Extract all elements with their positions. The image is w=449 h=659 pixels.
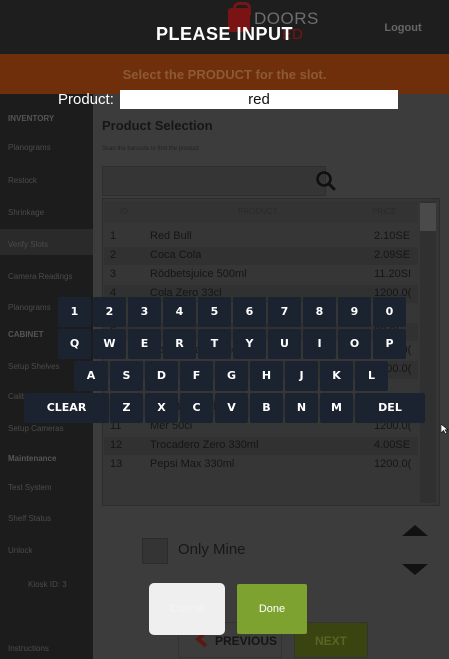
sidebar-item[interactable]: Instructions	[8, 644, 49, 653]
key-j[interactable]: J	[285, 361, 318, 391]
sidebar-item[interactable]: Restock	[8, 176, 37, 185]
key-z[interactable]: Z	[110, 393, 143, 423]
barcode-search-input[interactable]	[102, 166, 326, 196]
product-field-label: Product:	[58, 91, 114, 108]
sidebar-section-heading: CABINET	[8, 330, 44, 339]
key-1[interactable]: 1	[58, 297, 91, 327]
sidebar-item[interactable]: Camera Readings	[8, 272, 72, 281]
key-u[interactable]: U	[268, 329, 301, 359]
column-header-id[interactable]: ID	[120, 207, 128, 216]
sidebar-item[interactable]: Shrinkage	[8, 208, 44, 217]
key-k[interactable]: K	[320, 361, 353, 391]
search-icon[interactable]	[310, 166, 340, 196]
product-input[interactable]: red	[120, 90, 398, 109]
cell-id: 1	[110, 230, 117, 242]
key-7[interactable]: 7	[268, 297, 301, 327]
key-9[interactable]: 9	[338, 297, 371, 327]
key-n[interactable]: N	[285, 393, 318, 423]
key-3[interactable]: 3	[128, 297, 161, 327]
key-6[interactable]: 6	[233, 297, 266, 327]
cell-product: Coca Cola	[150, 249, 202, 261]
cell-id: 2	[110, 249, 117, 261]
key-i[interactable]: I	[303, 329, 336, 359]
cell-product: Pepsi Max 330ml	[150, 458, 235, 470]
scan-hint: Scan the barcode to find the product	[102, 146, 199, 152]
key-8[interactable]: 8	[303, 297, 336, 327]
cell-id: 3	[110, 268, 117, 280]
key-4[interactable]: 4	[163, 297, 196, 327]
key-m[interactable]: M	[320, 393, 353, 423]
input-dialog-title: PLEASE INPUT	[155, 24, 294, 44]
key-h[interactable]: H	[250, 361, 283, 391]
key-del[interactable]: DEL	[355, 393, 425, 423]
key-5[interactable]: 5	[198, 297, 231, 327]
key-s[interactable]: S	[110, 361, 143, 391]
table-scrollbar-thumb[interactable]	[420, 203, 436, 231]
sidebar-item[interactable]: Planograms	[8, 303, 51, 312]
key-e[interactable]: E	[128, 329, 161, 359]
key-d[interactable]: D	[145, 361, 178, 391]
key-o[interactable]: O	[338, 329, 371, 359]
page-title: Product Selection	[102, 118, 213, 133]
sidebar-item[interactable]: Setup Cameras	[8, 424, 64, 433]
sidebar-item[interactable]: Shelf Status	[8, 514, 51, 523]
column-header-product[interactable]: PRODUCT	[238, 207, 278, 216]
key-p[interactable]: P	[373, 329, 406, 359]
cell-price: 1200.0(	[374, 458, 412, 470]
column-header-price[interactable]: PRICE	[372, 207, 396, 216]
sidebar-item[interactable]: Unlock	[8, 546, 32, 555]
cell-product: Trocadero Zero 330ml	[150, 439, 259, 451]
only-mine-checkbox[interactable]	[142, 538, 168, 564]
sidebar-item[interactable]: Kiosk ID: 3	[28, 580, 67, 589]
key-w[interactable]: W	[93, 329, 126, 359]
key-a[interactable]: A	[74, 361, 108, 391]
key-f[interactable]: F	[180, 361, 213, 391]
mouse-cursor-icon	[441, 424, 449, 434]
key-clear[interactable]: CLEAR	[24, 393, 109, 423]
cell-product: Rödbetsjuice 500ml	[150, 268, 247, 280]
sidebar-item[interactable]: Setup Shelves	[8, 362, 60, 371]
cancel-button[interactable]: Cancel	[149, 583, 225, 635]
only-mine-label: Only Mine	[178, 541, 246, 558]
cell-product: Red Bull	[150, 230, 192, 242]
key-l[interactable]: L	[355, 361, 388, 391]
cell-id: 12	[110, 439, 123, 451]
done-button[interactable]: Done	[237, 584, 307, 634]
sidebar-item[interactable]: Test System	[8, 483, 52, 492]
cell-id: 13	[110, 458, 123, 470]
sidebar-item[interactable]: Verify Slots	[8, 240, 48, 249]
key-g[interactable]: G	[215, 361, 248, 391]
key-2[interactable]: 2	[93, 297, 126, 327]
key-t[interactable]: T	[198, 329, 231, 359]
instruction-banner: Select the PRODUCT for the slot.	[0, 54, 449, 94]
cell-price: 4.00SE	[374, 439, 411, 451]
key-c[interactable]: C	[180, 393, 213, 423]
sidebar-section-heading: INVENTORY	[8, 114, 55, 123]
cell-price: 2.09SE	[374, 249, 411, 261]
cell-price: 2.10SE	[374, 230, 411, 242]
key-0[interactable]: 0	[373, 297, 406, 327]
scroll-up-arrow-icon[interactable]	[402, 525, 428, 536]
key-v[interactable]: V	[215, 393, 248, 423]
key-q[interactable]: Q	[58, 329, 91, 359]
table-scrollbar[interactable]	[420, 201, 436, 503]
key-x[interactable]: X	[145, 393, 178, 423]
scroll-down-arrow-icon[interactable]	[402, 564, 428, 575]
sidebar-section-heading: Maintenance	[8, 454, 57, 463]
key-b[interactable]: B	[250, 393, 283, 423]
key-y[interactable]: Y	[233, 329, 266, 359]
sidebar-item[interactable]: Planograms	[8, 143, 51, 152]
cell-price: 11.20SI	[374, 268, 412, 280]
key-r[interactable]: R	[163, 329, 196, 359]
